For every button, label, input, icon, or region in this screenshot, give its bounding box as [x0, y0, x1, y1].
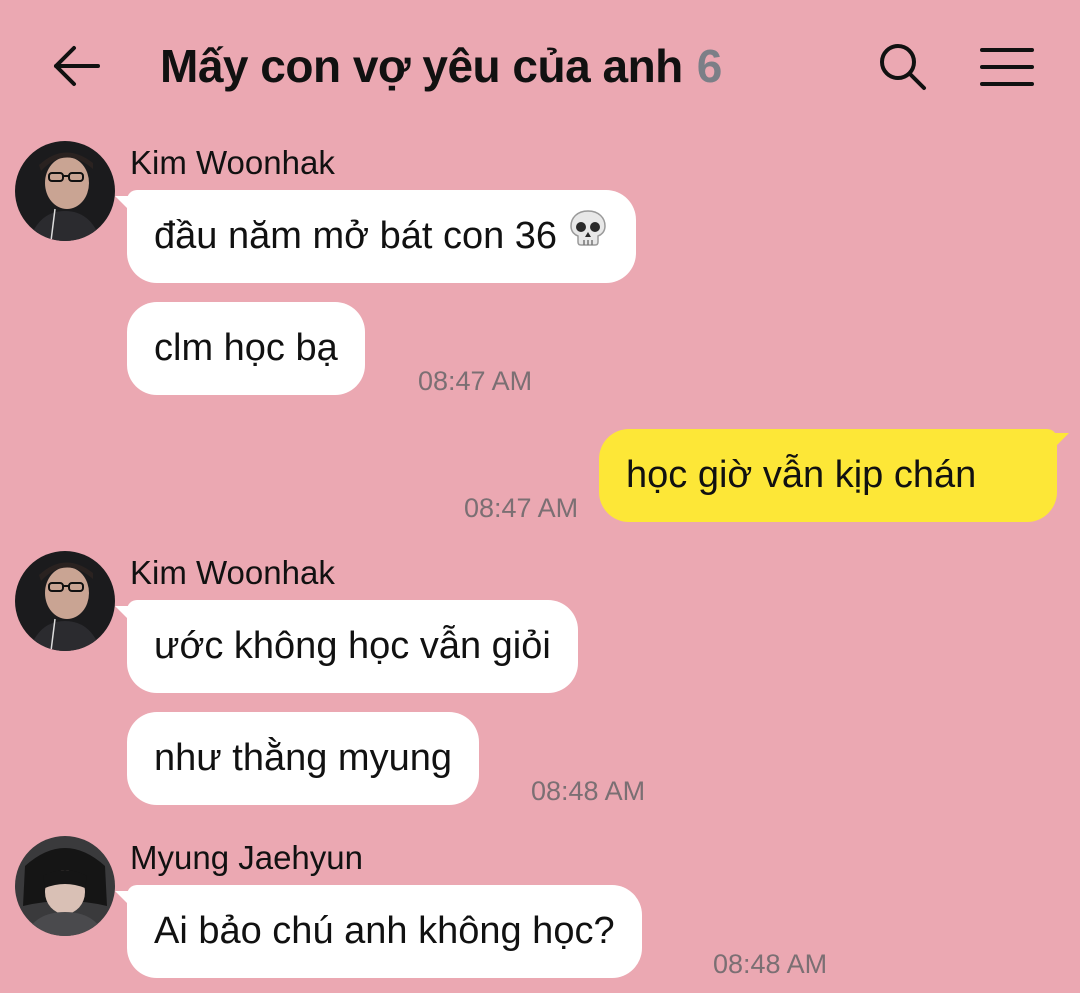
message-timestamp: 08:48 AM — [531, 776, 646, 806]
menu-icon[interactable] — [978, 40, 1036, 94]
avatar[interactable] — [15, 141, 115, 241]
message-timestamp: 08:47 AM — [418, 366, 533, 396]
sender-name: Kim Woonhak — [130, 144, 335, 181]
skull-emoji-icon — [567, 191, 609, 284]
member-count: 6 — [696, 40, 723, 92]
avatar[interactable] — [15, 836, 115, 936]
message-text: clm học bạ — [154, 327, 338, 369]
message-bubble[interactable]: Ai bảo chú anh không học? — [115, 885, 642, 978]
message-bubble[interactable]: clm học bạ — [127, 302, 365, 395]
message-text: học giờ vẫn kịp chán — [626, 454, 977, 496]
avatar[interactable] — [15, 551, 115, 651]
message-bubble[interactable]: như thằng myung — [127, 712, 479, 805]
message-bubble[interactable]: đầu năm mở bát con 36 — [114, 190, 637, 284]
sender-name: Kim Woonhak — [130, 554, 335, 591]
chat-header: Mấy con vợ yêu của anh 6 — [0, 0, 1080, 130]
message-text: như thằng myung — [154, 737, 452, 779]
group-name: Mấy con vợ yêu của anh — [160, 40, 683, 92]
sender-name: Myung Jaehyun — [130, 839, 363, 876]
back-arrow-icon[interactable] — [50, 38, 106, 94]
search-icon[interactable] — [876, 40, 930, 94]
message-text: ước không học vẫn giỏi — [154, 625, 551, 667]
message-text: Ai bảo chú anh không học? — [154, 910, 615, 952]
message-bubble[interactable]: ước không học vẫn giỏi — [115, 600, 578, 693]
message-timestamp: 08:47 AM — [464, 493, 579, 523]
chat-title: Mấy con vợ yêu của anh 6 — [160, 38, 722, 94]
outgoing-message-bubble[interactable]: học giờ vẫn kịp chán — [599, 429, 1069, 522]
message-timestamp: 08:48 AM — [713, 949, 828, 979]
message-text: đầu năm mở bát con 36 — [154, 215, 558, 257]
